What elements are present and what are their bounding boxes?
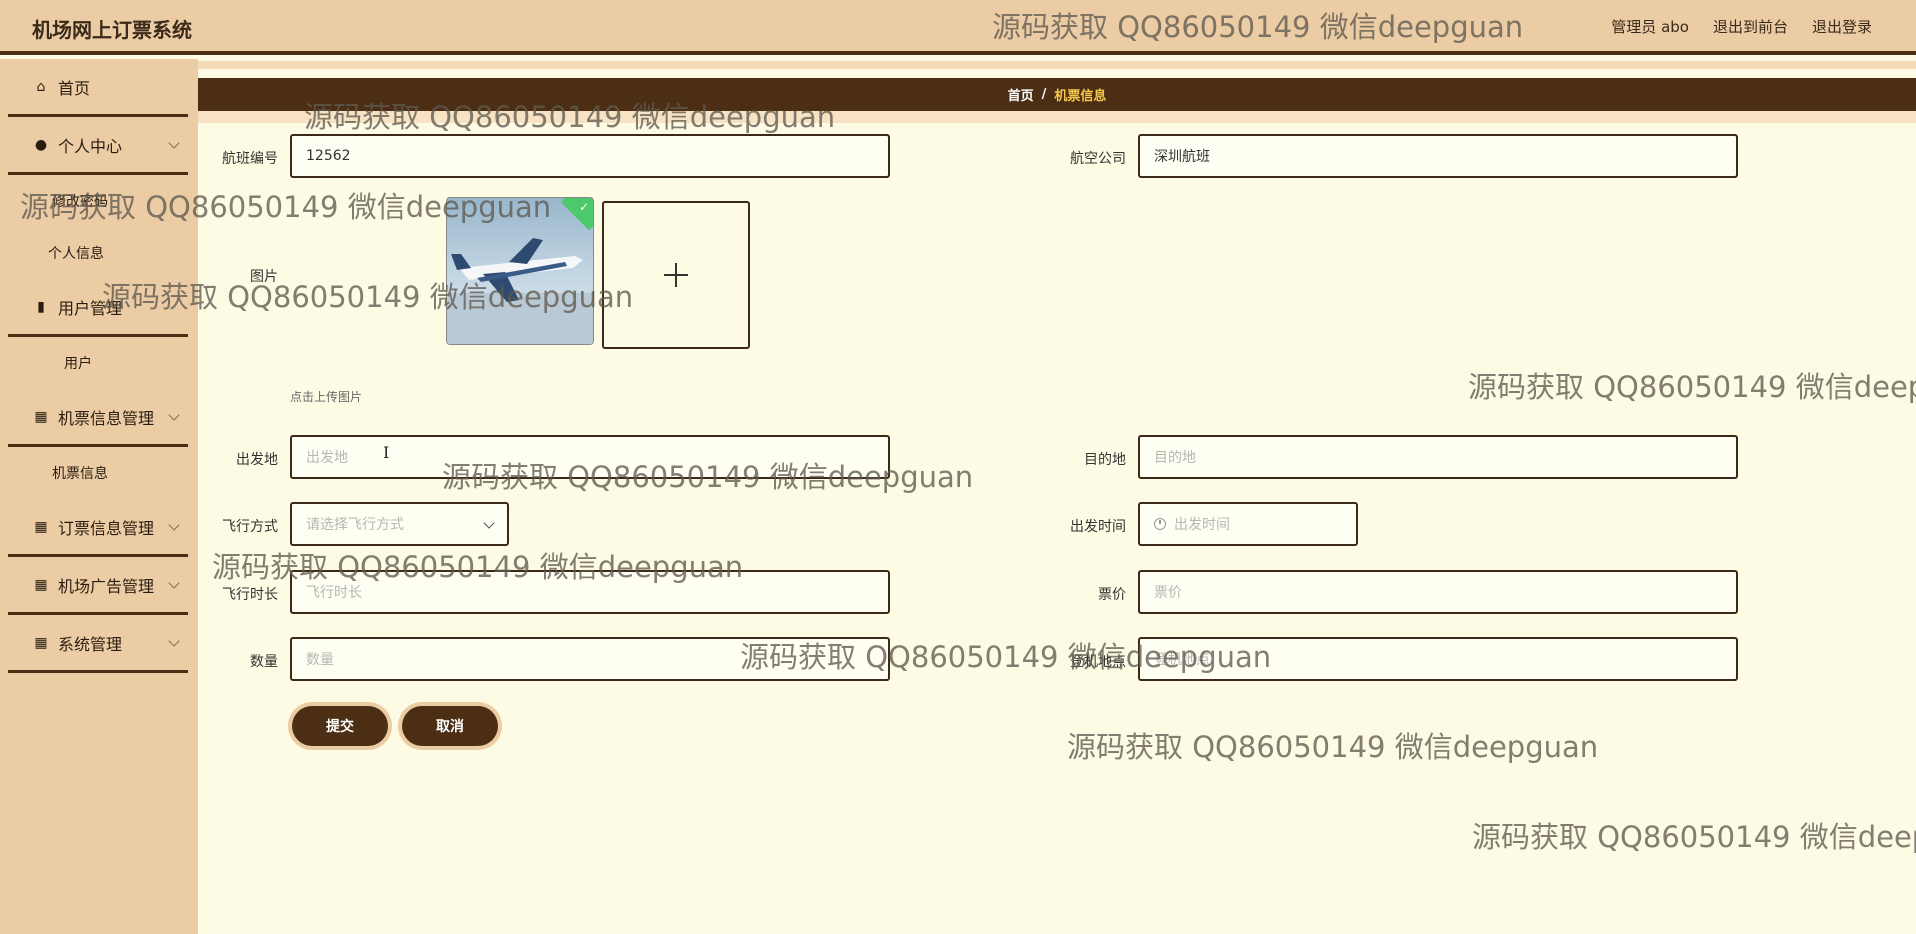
sidebar-item-user-mgmt[interactable]: ▮ 用户管理: [8, 279, 188, 337]
boarding-location-field[interactable]: 登机地点: [1138, 637, 1738, 681]
user-icon: ●: [34, 136, 48, 153]
origin-field[interactable]: 出发地: [290, 435, 890, 479]
under-strip: [198, 111, 1916, 123]
home-icon: ⌂: [36, 78, 46, 95]
uploaded-airplane-image[interactable]: ✓: [446, 197, 594, 345]
watermark: 源码获取 QQ86050149 微信deepguan: [1472, 820, 1916, 854]
sidebar-item-label: 系统管理: [58, 634, 123, 654]
flight-mode-select[interactable]: 请选择飞行方式: [290, 502, 509, 546]
upload-image-button[interactable]: [602, 201, 750, 349]
depart-time-label: 出发时间: [1070, 519, 1126, 535]
sidebar-item-label: 订票信息管理: [58, 518, 155, 538]
airplane-icon: [447, 238, 593, 344]
quantity-label: 数量: [250, 654, 278, 670]
sidebar-item-ticket-info-mgmt[interactable]: ▦ 机票信息管理: [8, 389, 188, 447]
admin-user-link[interactable]: 管理员 abo: [1611, 16, 1689, 37]
boarding-location-label: 登机地点: [1070, 654, 1126, 670]
bar-chart-icon: ▮: [37, 298, 45, 315]
plus-icon: [675, 263, 677, 287]
sidebar-item-order-mgmt[interactable]: ▦ 订票信息管理: [8, 499, 188, 557]
chevron-down-icon: [168, 137, 180, 149]
airline-label: 航空公司: [1070, 151, 1126, 167]
sidebar: ⌂ 首页 ● 个人中心 修改密码 个人信息 ▮ 用户管理 用户 ▦ 机票信息管理…: [0, 59, 198, 934]
price-field[interactable]: 票价: [1138, 570, 1738, 614]
chevron-down-icon: [168, 635, 180, 647]
breadcrumb: 首页 / 机票信息: [198, 78, 1916, 111]
image-label: 图片: [250, 269, 278, 285]
check-icon: ✓: [578, 200, 589, 214]
grid-icon: ▦: [34, 408, 48, 425]
upload-hint: 点击上传图片: [290, 390, 363, 404]
grid-icon: ▦: [34, 518, 48, 535]
exit-to-front-link[interactable]: 退出到前台: [1713, 16, 1788, 37]
chevron-down-icon: [168, 519, 180, 531]
sidebar-subitem-users[interactable]: 用户: [0, 337, 198, 389]
chevron-down-icon: [168, 577, 180, 589]
watermark: 源码获取 QQ86050149 微信deepguan: [1067, 730, 1599, 764]
breadcrumb-current: 机票信息: [1054, 89, 1107, 104]
logout-link[interactable]: 退出登录: [1812, 16, 1872, 37]
depart-time-picker[interactable]: 出发时间: [1138, 502, 1358, 546]
price-label: 票价: [1098, 587, 1126, 603]
destination-label: 目的地: [1084, 452, 1126, 468]
sidebar-item-label: 机票信息管理: [58, 408, 155, 428]
airline-field[interactable]: 深圳航班: [1138, 134, 1738, 178]
grid-icon: ▦: [34, 634, 48, 651]
sidebar-item-label: 个人中心: [58, 136, 123, 156]
grid-icon: ▦: [34, 576, 48, 593]
sidebar-item-ad-mgmt[interactable]: ▦ 机场广告管理: [8, 557, 188, 615]
flight-no-label: 航班编号: [222, 151, 278, 167]
app-title: 机场网上订票系统: [32, 18, 192, 42]
sidebar-item-label: 首页: [58, 78, 91, 98]
flight-mode-label: 飞行方式: [222, 519, 278, 535]
breadcrumb-home[interactable]: 首页: [1008, 85, 1034, 104]
top-strip: [198, 61, 1916, 69]
sidebar-subitem-change-password[interactable]: 修改密码: [0, 175, 198, 227]
sidebar-item-home[interactable]: ⌂ 首页: [8, 59, 188, 117]
breadcrumb-separator: /: [1041, 87, 1047, 102]
watermark: 源码获取 QQ86050149 微信deepguan: [1468, 370, 1916, 404]
flight-mode-select-value: 请选择飞行方式: [306, 517, 404, 533]
clock-icon: [1154, 518, 1166, 530]
sidebar-item-system-mgmt[interactable]: ▦ 系统管理: [8, 615, 188, 673]
duration-label: 飞行时长: [222, 587, 278, 603]
sidebar-item-label: 机场广告管理: [58, 576, 155, 596]
submit-button[interactable]: 提交: [292, 706, 388, 746]
top-bar: 机场网上订票系统 管理员 abo 退出到前台 退出登录: [0, 0, 1916, 55]
sidebar-subitem-profile[interactable]: 个人信息: [0, 227, 198, 279]
top-links: 管理员 abo 退出到前台 退出登录: [1611, 16, 1872, 37]
depart-time-value: 出发时间: [1174, 517, 1230, 533]
destination-field[interactable]: 目的地: [1138, 435, 1738, 479]
cancel-button[interactable]: 取消: [402, 706, 498, 746]
chevron-down-icon: [483, 517, 495, 529]
origin-label: 出发地: [236, 452, 278, 468]
flight-no-field[interactable]: 12562: [290, 134, 890, 178]
quantity-field[interactable]: 数量: [290, 637, 890, 681]
text-cursor-icon: I: [383, 443, 390, 462]
sidebar-item-personal-center[interactable]: ● 个人中心: [8, 117, 188, 175]
sidebar-subitem-ticket-info[interactable]: 机票信息: [0, 447, 198, 499]
chevron-down-icon: [168, 409, 180, 421]
duration-field[interactable]: 飞行时长: [290, 570, 890, 614]
sidebar-item-label: 用户管理: [58, 298, 123, 318]
